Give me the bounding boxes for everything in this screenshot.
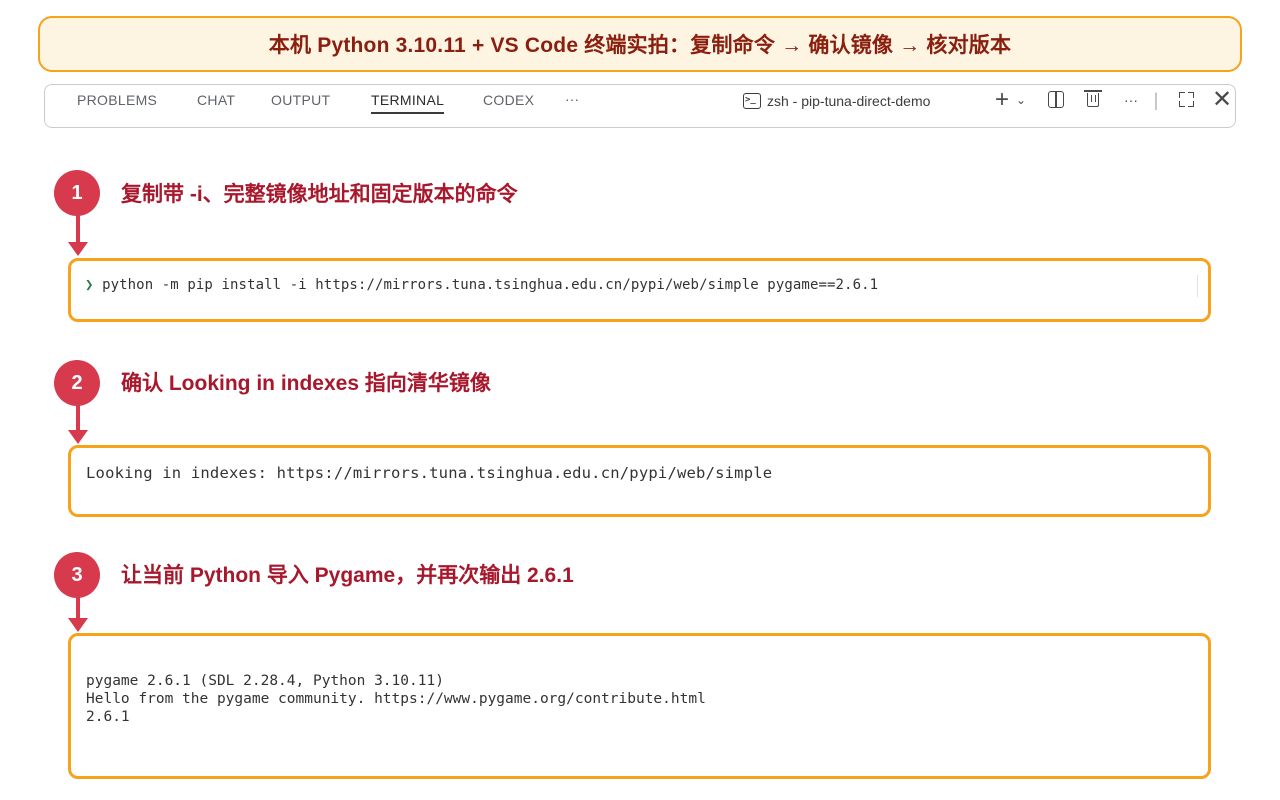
pygame-output: pygame 2.6.1 (SDL 2.28.4, Python 3.10.11… xyxy=(86,672,706,726)
step-1-arrow xyxy=(76,214,80,244)
tab-chat[interactable]: CHAT xyxy=(197,85,235,127)
toolbar-divider: | xyxy=(1153,90,1159,110)
terminal-icon: >_ xyxy=(743,93,761,109)
step-2-label: 确认 Looking in indexes 指向清华镜像 xyxy=(121,372,491,395)
step-3-arrow xyxy=(76,596,80,620)
tab-output[interactable]: OUTPUT xyxy=(271,85,330,127)
terminal-selector[interactable]: >_ zsh - pip-tuna-direct-demo xyxy=(743,89,930,113)
chevron-down-icon[interactable]: ⌄ xyxy=(1014,87,1028,113)
step-1-label: 复制带 -i、完整镜像地址和固定版本的命令 xyxy=(121,183,518,206)
output-line: pygame 2.6.1 (SDL 2.28.4, Python 3.10.11… xyxy=(86,673,444,689)
close-icon[interactable]: ✕ xyxy=(1211,87,1233,113)
tabs-overflow-button[interactable]: ··· xyxy=(565,85,579,115)
banner-title: 本机 Python 3.10.11 + VS Code 终端实拍：复制命令 → … xyxy=(268,34,1012,57)
tab-problems[interactable]: PROBLEMS xyxy=(77,85,157,127)
command-box: ❯ python -m pip install -i https://mirro… xyxy=(68,258,1211,322)
step-3-badge: 3 xyxy=(54,552,100,598)
terminal-name: zsh - pip-tuna-direct-demo xyxy=(767,93,931,109)
active-tab-indicator xyxy=(371,112,445,114)
step-3-arrow-head xyxy=(68,618,88,632)
tab-problems-label: PROBLEMS xyxy=(77,92,158,108)
prompt-icon: ❯ xyxy=(85,277,94,293)
step-1-badge: 1 xyxy=(54,170,100,216)
tab-terminal[interactable]: TERMINAL xyxy=(371,85,445,127)
output-line: Hello from the pygame community. https:/… xyxy=(86,691,706,707)
panel-tab-bar: PROBLEMS CHAT OUTPUT TERMINAL CODEX ··· … xyxy=(44,84,1236,128)
tab-terminal-label: TERMINAL xyxy=(371,92,445,108)
command-text: python -m pip install -i https://mirrors… xyxy=(102,277,879,293)
tab-codex-label: CODEX xyxy=(483,92,535,108)
title-banner: 本机 Python 3.10.11 + VS Code 终端实拍：复制命令 → … xyxy=(38,16,1242,72)
step-2-arrow-head xyxy=(68,430,88,444)
terminal-scroll-indicator xyxy=(1197,275,1198,297)
step-2-arrow xyxy=(76,404,80,432)
maximize-icon[interactable] xyxy=(1175,87,1197,113)
looking-in-indexes-output: Looking in indexes: https://mirrors.tuna… xyxy=(86,464,773,482)
looking-in-indexes-box: Looking in indexes: https://mirrors.tuna… xyxy=(68,445,1211,517)
pygame-output-box: pygame 2.6.1 (SDL 2.28.4, Python 3.10.11… xyxy=(68,633,1211,779)
ellipsis-icon[interactable]: ··· xyxy=(1121,87,1141,113)
tab-chat-label: CHAT xyxy=(197,92,236,108)
step-2-badge: 2 xyxy=(54,360,100,406)
step-1-arrow-head xyxy=(68,242,88,256)
plus-icon[interactable]: + xyxy=(991,87,1013,113)
tab-output-label: OUTPUT xyxy=(271,92,331,108)
split-terminal-icon[interactable] xyxy=(1046,87,1066,113)
tab-codex[interactable]: CODEX xyxy=(483,85,534,127)
command-line[interactable]: ❯ python -m pip install -i https://mirro… xyxy=(85,277,878,293)
trash-icon[interactable] xyxy=(1083,87,1103,113)
step-3-label: 让当前 Python 导入 Pygame，并再次输出 2.6.1 xyxy=(121,564,574,587)
output-line: 2.6.1 xyxy=(86,709,130,725)
